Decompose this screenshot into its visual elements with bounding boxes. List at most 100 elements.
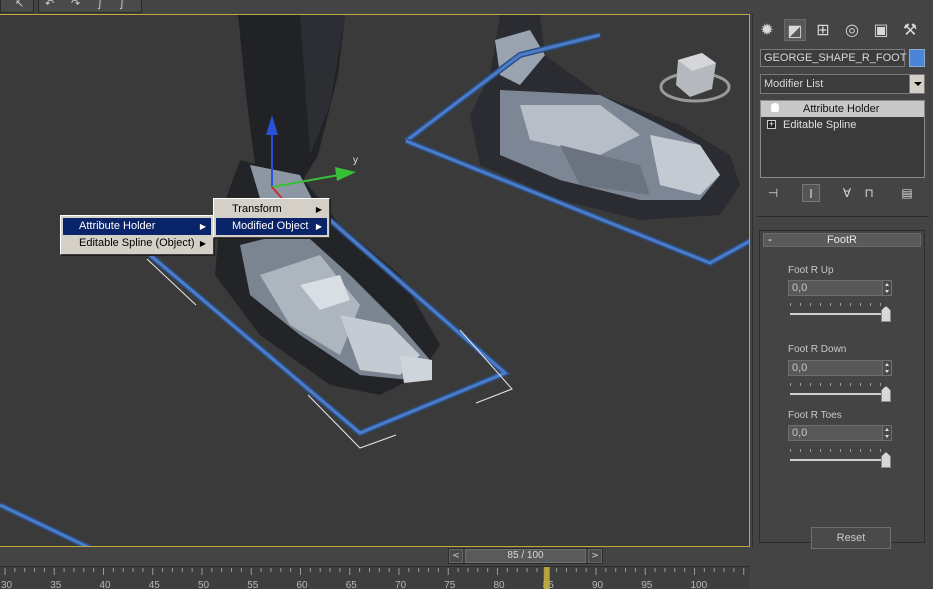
ruler-label: 65 [346,580,358,589]
chevron-down-icon[interactable] [909,75,924,93]
link-icon[interactable]: ∫ [97,0,103,10]
stack-item-editable-spline[interactable]: + Editable Spline [761,117,924,133]
foot-r-toes-slider[interactable] [790,447,891,471]
menu-item-editable-spline[interactable]: Editable Spline (Object) ▶ [63,235,211,252]
make-unique-icon[interactable]: ∀ [838,184,856,202]
rollout-footr: - FootR Foot R Up 0,0 Foot R Down 0,0 Fo… [759,230,925,549]
stack-item-attribute-holder[interactable]: Attribute Holder [761,101,924,117]
spinner-value: 0,0 [792,282,808,294]
track-bar-right [750,566,933,589]
track-bar-ruler: 3035404550556065707580859095100 [1,567,745,589]
current-frame-marker[interactable] [543,567,550,589]
ruler-label: 50 [198,580,210,589]
menu-item-attribute-holder[interactable]: Attribute Holder ▶ [63,218,211,235]
toolbar-group-select: ↖ [0,0,34,13]
submenu-arrow-icon: ▶ [315,222,322,231]
prev-frame-button[interactable]: < [449,549,463,563]
object-name-field[interactable]: GEORGE_SHAPE_R_FOOT [760,49,906,67]
ruler-label: 70 [395,580,407,589]
motion-icon[interactable]: ◎ [841,19,863,41]
slider-track [790,459,890,461]
menu-item-label: Attribute Holder [79,220,156,232]
slider-thumb[interactable] [881,452,891,468]
ruler-label: 90 [592,580,604,589]
submenu-arrow-icon: ▶ [199,239,206,248]
reset-button[interactable]: Reset [811,527,891,549]
modifier-list-label: Modifier List [764,78,824,90]
divider [757,216,929,217]
viewport-scene: y [0,15,749,546]
param-label-foot-r-up: Foot R Up [788,265,834,276]
command-panel: ✹ ◩ ⊞ ◎ ▣ ⚒ GEORGE_SHAPE_R_FOOT Modifier… [752,14,933,549]
pin-stack-icon[interactable]: ⊣ [764,184,782,202]
modifier-stack: Attribute Holder + Editable Spline [760,100,925,178]
utilities-icon[interactable]: ⚒ [899,19,921,41]
foot-r-up-spinner[interactable]: 0,0 [788,280,892,296]
toolbar-group-undo: ↶ ↷ ∫ ∫ [38,0,142,13]
foot-r-up-slider[interactable] [790,301,891,325]
spinner-value: 0,0 [792,427,808,439]
display-icon[interactable]: ▣ [870,19,892,41]
spinner-arrows-icon[interactable] [882,425,892,441]
slider-ticks [790,303,890,306]
ruler-label: 100 [691,580,708,589]
rollout-header[interactable]: - FootR [763,233,921,247]
undo-icon[interactable]: ↶ [45,0,54,10]
menu-item-transform[interactable]: Transform ▶ [216,201,327,218]
hierarchy-icon[interactable]: ⊞ [812,19,834,41]
spinner-arrows-icon[interactable] [882,360,892,376]
slider-thumb[interactable] [881,386,891,402]
select-cursor-icon[interactable]: ↖ [15,0,24,10]
ruler-label: 30 [1,580,13,589]
spinner-arrows-icon[interactable] [882,280,892,296]
ruler-label: 45 [149,580,161,589]
stack-item-label: Editable Spline [783,119,857,131]
ruler-label: 80 [494,580,506,589]
create-icon[interactable]: ✹ [756,19,778,41]
foot-r-down-slider[interactable] [790,381,891,405]
main-toolbar: ↖ ↶ ↷ ∫ ∫ [0,0,933,14]
app-window: ↖ ↶ ↷ ∫ ∫ y Attribute Holder ▶ Editable … [0,0,933,589]
object-color-swatch[interactable] [909,49,925,67]
slider-thumb[interactable] [881,306,891,322]
ruler-label: 95 [641,580,653,589]
menu-item-label: Transform [232,203,282,215]
ruler-label: 55 [247,580,259,589]
param-label-foot-r-down: Foot R Down [788,344,847,355]
quad-context-menu: Attribute Holder ▶ Editable Spline (Obje… [60,215,214,255]
slider-track [790,393,890,395]
track-bar[interactable]: 3035404550556065707580859095100 [0,566,750,589]
modify-icon[interactable]: ◩ [784,19,806,41]
rollout-title: FootR [827,234,857,246]
slider-track [790,313,890,315]
submenu-arrow-icon: ▶ [315,205,322,214]
submenu: Transform ▶ Modified Object ▶ [213,198,330,238]
expand-plus-icon[interactable]: + [767,120,776,129]
remove-modifier-icon[interactable]: ⊓ [860,184,878,202]
unlink-icon[interactable]: ∫ [119,0,125,10]
redo-icon[interactable]: ↷ [71,0,80,10]
configure-sets-icon[interactable]: ▤ [898,184,916,202]
foot-r-down-spinner[interactable]: 0,0 [788,360,892,376]
param-label-foot-r-toes: Foot R Toes [788,410,842,421]
menu-item-label: Modified Object [232,220,309,232]
slider-ticks [790,383,890,386]
gizmo-y-label: y [353,155,358,166]
time-slider-thumb[interactable]: 85 / 100 [465,549,586,563]
show-end-result-icon[interactable]: Ⅰ [802,184,820,202]
stack-item-label: Attribute Holder [803,103,880,115]
stack-toolbar: ⊣ Ⅰ ∀ ⊓ ▤ [760,184,925,204]
time-slider[interactable]: < 85 / 100 > [448,548,603,564]
ruler-label: 35 [50,580,62,589]
collapse-icon[interactable]: - [768,234,772,246]
perspective-viewport[interactable]: y Attribute Holder ▶ Editable Spline (Ob… [0,14,750,547]
menu-item-label: Editable Spline (Object) [79,237,195,249]
submenu-arrow-icon: ▶ [199,222,206,231]
modifier-list-dropdown[interactable]: Modifier List [760,74,925,94]
foot-r-toes-spinner[interactable]: 0,0 [788,425,892,441]
spinner-value: 0,0 [792,362,808,374]
lightbulb-icon[interactable] [771,103,779,112]
next-frame-button[interactable]: > [588,549,602,563]
ruler-label: 60 [297,580,309,589]
menu-item-modified-object[interactable]: Modified Object ▶ [216,218,327,235]
